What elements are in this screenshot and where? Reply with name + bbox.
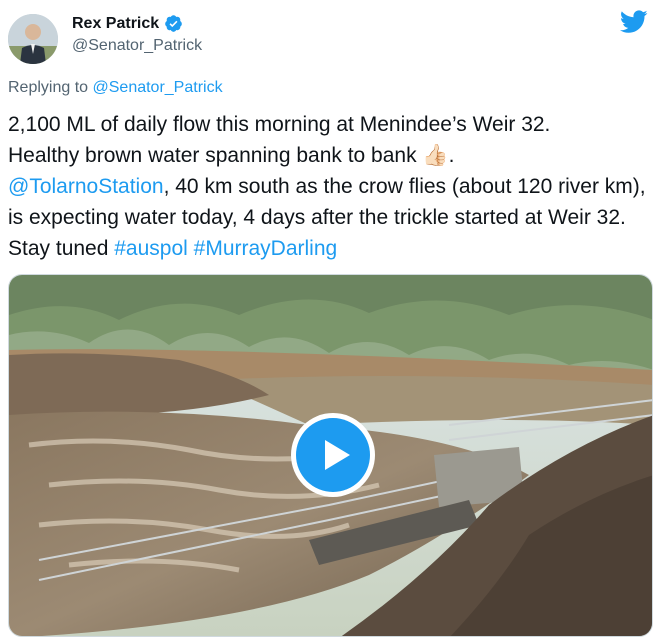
- reply-mention-link[interactable]: @Senator_Patrick: [93, 79, 223, 96]
- play-icon: [325, 440, 350, 470]
- tweet-text-line1: 2,100 ML of daily flow this morning at M…: [8, 113, 551, 136]
- hashtag-auspol[interactable]: #auspol: [114, 237, 188, 260]
- tweet-card[interactable]: Rex Patrick @Senator_Patrick Replying to…: [0, 0, 662, 642]
- twitter-bird-icon[interactable]: [620, 10, 648, 34]
- tweet-text: 2,100 ML of daily flow this morning at M…: [8, 109, 656, 264]
- verified-badge-icon: [165, 15, 182, 32]
- thumbs-up-emoji: 👍🏻: [422, 144, 449, 167]
- hashtag-murraydarling[interactable]: #MurrayDarling: [194, 237, 338, 260]
- play-button[interactable]: [291, 413, 375, 497]
- tweet-text-line2: Healthy brown water spanning bank to ban…: [8, 144, 423, 167]
- author-name[interactable]: Rex Patrick: [72, 15, 159, 33]
- author-name-row[interactable]: Rex Patrick: [72, 14, 183, 33]
- video-player[interactable]: [8, 274, 653, 637]
- mention-link[interactable]: @TolarnoStation: [8, 175, 164, 198]
- tweet-text-period: .: [448, 144, 455, 167]
- reply-prefix: Replying to: [8, 79, 93, 96]
- replying-to: Replying to @Senator_Patrick: [8, 79, 223, 97]
- avatar[interactable]: [8, 14, 58, 64]
- author-handle[interactable]: @Senator_Patrick: [72, 37, 202, 55]
